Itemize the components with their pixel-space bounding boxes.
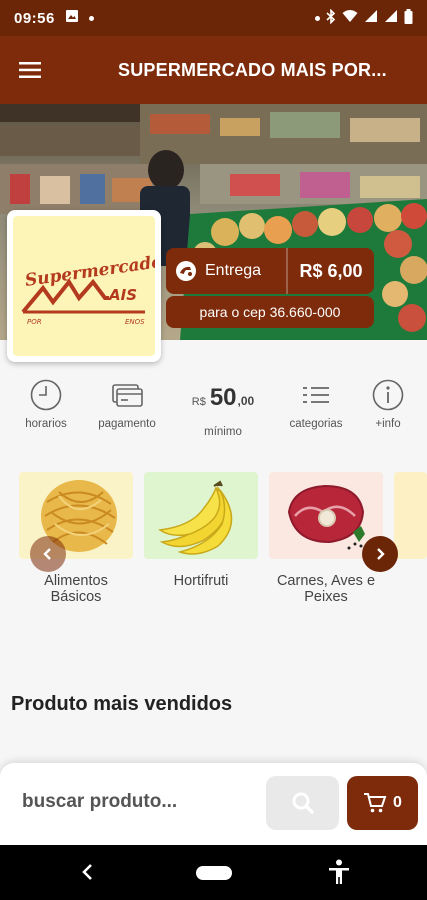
info-icon — [372, 379, 404, 411]
battery-icon — [404, 8, 413, 28]
cart-button[interactable]: 0 — [347, 776, 418, 830]
store-info-row: horarios pagamento R$ 50 ,00 mínimo cate… — [0, 378, 427, 448]
accessibility-icon — [329, 859, 349, 884]
accessibility-button[interactable] — [328, 859, 350, 890]
category-item[interactable]: Hortifruti — [144, 472, 258, 589]
bluetooth-icon — [326, 8, 336, 28]
category-item[interactable]: Alimentos Básicos — [19, 472, 133, 605]
signal-icon — [364, 9, 378, 27]
search-input[interactable] — [22, 791, 252, 813]
list-icon — [303, 387, 329, 403]
store-logo: Supermercado AIS POR ENOS — [13, 216, 155, 356]
category-name: Alimentos Básicos — [44, 573, 108, 605]
gallery-icon — [65, 9, 79, 27]
hours-button[interactable]: horarios — [20, 378, 72, 430]
svg-text:AIS: AIS — [108, 286, 137, 304]
minimum-order-value: R$ 50 ,00 — [192, 378, 254, 418]
wifi-icon — [342, 9, 358, 27]
app-title: SUPERMERCADO MAIS POR... — [118, 59, 387, 80]
notification-dot-icon — [88, 15, 94, 21]
delivery-fee-badge[interactable]: Entrega R$ 6,00 — [166, 248, 374, 294]
category-name: Carnes, Aves e Peixes — [276, 573, 376, 605]
delivery-cep[interactable]: para o cep 36.660-000 — [166, 296, 374, 328]
category-name: Hortifruti — [173, 573, 229, 589]
shopping-cart-icon — [364, 793, 387, 813]
categories-label: categorias — [289, 418, 343, 430]
best-sellers-title: Produto mais vendidos — [11, 693, 233, 715]
minimum-currency: R$ — [191, 396, 206, 408]
category-image-banana — [144, 472, 258, 559]
carousel-prev-button[interactable] — [30, 536, 66, 572]
store-logo-card: Supermercado AIS POR ENOS — [7, 210, 161, 362]
status-time: 09:56 — [14, 9, 55, 27]
search-button[interactable] — [266, 776, 339, 830]
app-bar: SUPERMERCADO MAIS POR... — [0, 36, 427, 104]
category-item-partial[interactable] — [394, 472, 427, 559]
category-carousel: Alimentos Básicos Hortifruti Carnes, Ave… — [0, 472, 427, 622]
svg-text:ENOS: ENOS — [125, 318, 145, 326]
bottom-search-bar: 0 — [0, 763, 427, 845]
chevron-right-icon — [377, 548, 385, 560]
categories-button[interactable]: categorias — [284, 378, 348, 430]
delivery-scooter-icon — [176, 261, 196, 281]
category-item[interactable]: Carnes, Aves e Peixes — [269, 472, 383, 605]
credit-card-icon — [112, 384, 143, 407]
search-icon — [292, 792, 314, 814]
carousel-next-button[interactable] — [362, 536, 398, 572]
category-image-partial — [394, 472, 427, 559]
status-bar: 09:56 — [0, 0, 427, 36]
delivery-label: Entrega — [205, 262, 262, 279]
status-dot-icon — [315, 15, 320, 21]
back-nav-button[interactable] — [80, 861, 94, 888]
signal-2-icon — [384, 9, 398, 27]
chevron-left-icon — [43, 548, 51, 560]
home-pill-button[interactable] — [196, 866, 232, 880]
minimum-label: mínimo — [204, 426, 242, 438]
menu-button[interactable] — [0, 36, 60, 104]
back-chevron-icon — [82, 864, 92, 880]
more-info-button[interactable]: +info — [366, 378, 410, 430]
payment-label: pagamento — [98, 418, 156, 430]
minimum-decimal: ,00 — [237, 394, 255, 408]
payment-button[interactable]: pagamento — [92, 378, 162, 430]
hours-label: horarios — [25, 418, 67, 430]
minimum-order: R$ 50 ,00 mínimo — [180, 378, 266, 438]
clock-icon — [30, 379, 62, 411]
delivery-price: R$ 6,00 — [299, 260, 363, 281]
system-navigation-bar — [0, 845, 427, 900]
more-info-label: +info — [375, 418, 401, 430]
hamburger-menu-icon — [19, 62, 41, 78]
cart-count: 0 — [393, 794, 402, 811]
minimum-integer: 50 — [209, 384, 237, 411]
svg-text:POR: POR — [27, 318, 42, 326]
